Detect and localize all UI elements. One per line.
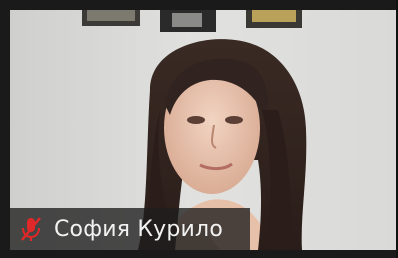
participant-name-tag: София Курило <box>10 208 250 250</box>
video-tile[interactable]: София Курило <box>0 0 398 258</box>
participant-name: София Курило <box>54 216 223 242</box>
mic-muted-icon[interactable] <box>16 214 46 244</box>
